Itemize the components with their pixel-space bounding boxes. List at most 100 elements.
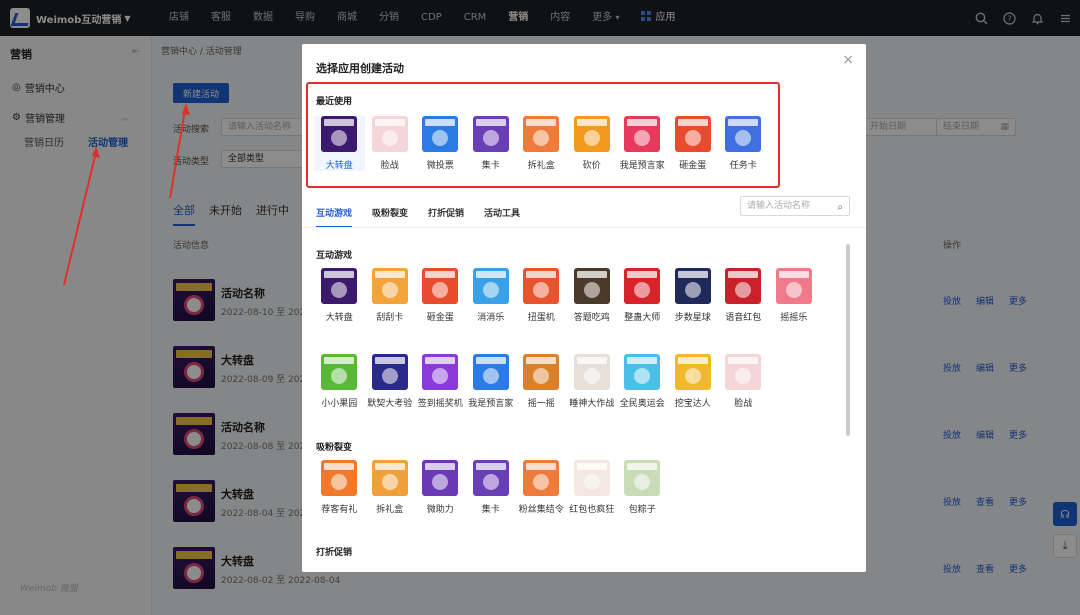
app-thumbnail-icon: [624, 460, 661, 496]
app-tile[interactable]: 扭蛋机: [516, 268, 567, 323]
app-tile[interactable]: 砸金蛋: [668, 116, 719, 171]
app-label: 脸战: [734, 399, 753, 409]
app-tile[interactable]: 砍价: [567, 116, 618, 171]
app-label: 睡神大作战: [569, 399, 615, 409]
app-tile[interactable]: 包粽子: [617, 460, 668, 515]
app-tile[interactable]: 摇一摇: [516, 354, 567, 409]
app-tile[interactable]: 大转盘: [314, 116, 365, 171]
app-tile[interactable]: 默契大考验: [365, 354, 416, 409]
app-label: 脸战: [380, 161, 399, 171]
tab-discount[interactable]: 打折促销: [428, 206, 464, 228]
app-thumbnail-icon: [725, 268, 762, 304]
create-activity-modal: 选择应用创建活动 × 最近使用 大转盘 脸战 微投票 集卡 拆礼盒 砍价 我是预言家 砸金蛋任…: [302, 44, 866, 572]
app-thumbnail-icon: [472, 460, 509, 496]
app-thumbnail-icon: [371, 268, 408, 304]
app-thumbnail-icon: [422, 460, 459, 496]
app-tile[interactable]: 荐客有礼: [314, 460, 365, 515]
app-tile[interactable]: 砸金蛋: [415, 268, 466, 323]
app-label: 砸金蛋: [679, 161, 707, 171]
app-tile[interactable]: 微投票: [415, 116, 466, 171]
app-tile[interactable]: 拆礼盒: [516, 116, 567, 171]
app-thumbnail-icon: [321, 116, 358, 152]
scrollbar[interactable]: [846, 244, 850, 436]
app-label: 答题吃鸡: [573, 313, 610, 323]
app-label: 消消乐: [477, 313, 505, 323]
app-tile[interactable]: 整蛊大师: [617, 268, 668, 323]
app-label: 默契大考验: [367, 399, 413, 409]
app-tile[interactable]: 我是预言家: [466, 354, 517, 409]
section-title-fission: 吸粉裂变: [316, 443, 353, 453]
app-tile[interactable]: 语音红包: [718, 268, 769, 323]
app-label: 拆礼盒: [527, 161, 555, 171]
app-tile[interactable]: 粉丝集结令: [516, 460, 567, 515]
app-label: 我是预言家: [619, 161, 665, 171]
app-thumbnail-icon: [523, 268, 560, 304]
app-label: 挖宝达人: [674, 399, 711, 409]
app-thumbnail-icon: [573, 354, 610, 390]
app-tile[interactable]: 刮刮卡: [365, 268, 416, 323]
app-thumbnail-icon: [573, 268, 610, 304]
app-label: 大转盘: [325, 161, 353, 171]
app-tile[interactable]: 挖宝达人: [668, 354, 719, 409]
app-thumbnail-icon: [725, 354, 762, 390]
app-tile[interactable]: 小小果园: [314, 354, 365, 409]
section-title-games: 互动游戏: [316, 251, 353, 261]
app-tile[interactable]: 步数星球: [668, 268, 719, 323]
app-thumbnail-icon: [422, 354, 459, 390]
app-tile[interactable]: 集卡: [466, 460, 517, 515]
app-tile[interactable]: 红包也疯狂: [567, 460, 618, 515]
games-row: 大转盘 刮刮卡 砸金蛋 消消乐 扭蛋机 答题吃鸡 整蛊大师 步数星球 语音红包 摇摇乐: [314, 268, 819, 323]
tab-fission[interactable]: 吸粉裂变: [372, 206, 408, 228]
app-thumbnail-icon: [523, 460, 560, 496]
app-tile[interactable]: 大转盘: [314, 268, 365, 323]
app-label: 全民奥运会: [619, 399, 665, 409]
app-thumbnail-icon: [472, 354, 509, 390]
divider: [302, 227, 866, 228]
app-label: 摇摇乐: [780, 313, 808, 323]
app-label: 包粽子: [628, 505, 656, 515]
app-label: 粉丝集结令: [518, 505, 564, 515]
app-tile[interactable]: 摇摇乐: [769, 268, 820, 323]
tab-tools[interactable]: 活动工具: [484, 206, 520, 228]
app-label: 任务卡: [729, 161, 757, 171]
app-label: 砍价: [582, 161, 601, 171]
app-thumbnail-icon: [472, 116, 509, 152]
app-label: 大转盘: [325, 313, 353, 323]
app-label: 微助力: [426, 505, 454, 515]
app-tile[interactable]: 签到摇奖机: [415, 354, 466, 409]
app-label: 我是预言家: [468, 399, 514, 409]
modal-title: 选择应用创建活动: [316, 62, 404, 75]
search-icon: ⌕: [837, 202, 843, 213]
app-thumbnail-icon: [573, 460, 610, 496]
app-tile[interactable]: 拆礼盒: [365, 460, 416, 515]
app-search-input[interactable]: 请输入活动名称 ⌕: [740, 196, 850, 216]
app-thumbnail-icon: [321, 268, 358, 304]
app-thumbnail-icon: [775, 268, 812, 304]
app-tile[interactable]: 我是预言家: [617, 116, 668, 171]
app-thumbnail-icon: [725, 116, 762, 152]
app-tile[interactable]: 微助力: [415, 460, 466, 515]
tab-games[interactable]: 互动游戏: [316, 206, 353, 228]
app-thumbnail-icon: [674, 268, 711, 304]
app-thumbnail-icon: [422, 116, 459, 152]
app-thumbnail-icon: [624, 268, 661, 304]
app-tile[interactable]: 睡神大作战: [567, 354, 618, 409]
app-label: 拆礼盒: [376, 505, 404, 515]
app-label: 语音红包: [725, 313, 762, 323]
app-thumbnail-icon: [371, 354, 408, 390]
app-tile[interactable]: 脸战: [365, 116, 416, 171]
recent-section-title: 最近使用: [316, 97, 353, 107]
app-tile[interactable]: 消消乐: [466, 268, 517, 323]
app-tile[interactable]: 脸战: [718, 354, 769, 409]
app-tile[interactable]: 集卡: [466, 116, 517, 171]
app-thumbnail-icon: [523, 116, 560, 152]
app-tile[interactable]: 任务卡: [718, 116, 769, 171]
close-icon[interactable]: ×: [842, 52, 854, 68]
section-title-discount: 打折促销: [316, 548, 353, 558]
app-tile[interactable]: 答题吃鸡: [567, 268, 618, 323]
search-placeholder: 请输入活动名称: [747, 201, 811, 211]
app-label: 荐客有礼: [321, 505, 358, 515]
app-label: 刮刮卡: [376, 313, 404, 323]
app-label: 红包也疯狂: [569, 505, 615, 515]
app-tile[interactable]: 全民奥运会: [617, 354, 668, 409]
